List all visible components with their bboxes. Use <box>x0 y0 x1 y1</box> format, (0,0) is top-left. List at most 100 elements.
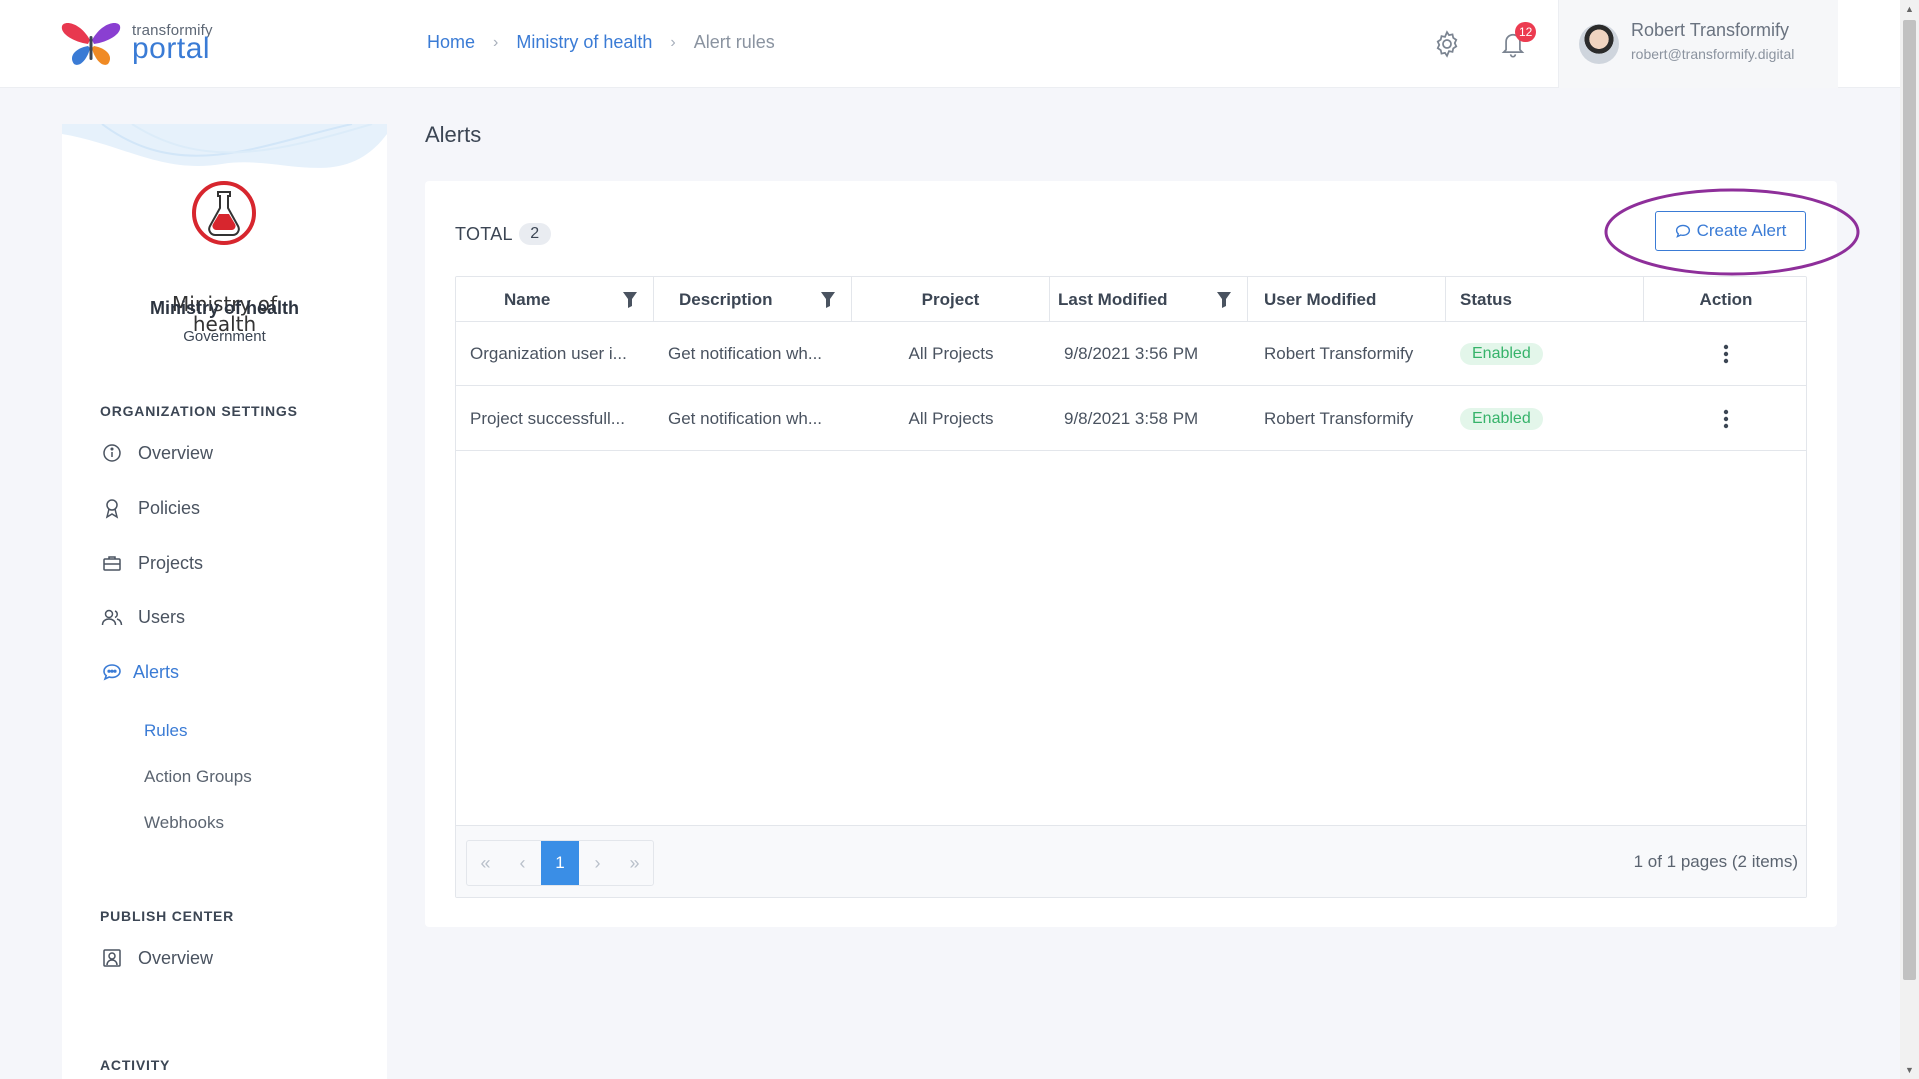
filter-icon[interactable] <box>621 291 639 309</box>
column-header-user-modified[interactable]: User Modified <box>1248 277 1446 322</box>
scroll-up-arrow-icon[interactable]: ▲ <box>1900 0 1919 18</box>
info-icon <box>100 441 124 465</box>
total-count: TOTAL 2 <box>455 223 551 245</box>
section-title-organization-settings: ORGANIZATION SETTINGS <box>100 403 298 419</box>
cell-user-modified: Robert Transformify <box>1264 344 1414 363</box>
sidebar-item-label: Users <box>138 606 186 627</box>
briefcase-icon <box>100 551 124 575</box>
column-label: Last Modified <box>1058 289 1168 309</box>
decorative-wave <box>62 124 387 168</box>
location-pin-icon <box>100 496 124 520</box>
filter-icon[interactable] <box>1215 291 1233 309</box>
breadcrumb-separator: › <box>493 33 499 51</box>
sidebar-subitem-action-groups[interactable]: Action Groups <box>144 767 252 787</box>
cell-last-modified: 9/8/2021 3:58 PM <box>1064 409 1199 428</box>
column-header-status[interactable]: Status <box>1446 277 1644 322</box>
table-row[interactable]: Organization user i... Get notification … <box>456 322 1806 386</box>
notification-count-badge: 12 <box>1515 22 1537 42</box>
column-label: Project <box>921 289 980 309</box>
cell-status: Enabled <box>1460 387 1640 451</box>
sidebar-item-alerts[interactable]: Alerts <box>100 660 179 684</box>
sidebar-item-publish-overview[interactable]: Overview <box>100 946 213 970</box>
cell-description: Get notification wh... <box>668 409 823 428</box>
sidebar: Ministry of health Ministry of health Go… <box>62 124 387 1079</box>
pagination: « ‹ 1 › » <box>466 840 654 886</box>
cell-name: Organization user i... <box>470 344 627 363</box>
cell-action <box>1644 322 1806 386</box>
cell-project: All Projects <box>908 409 994 428</box>
organization-type: Government <box>183 328 266 345</box>
create-alert-label: Create Alert <box>1696 221 1787 240</box>
settings-gear-icon[interactable] <box>1431 28 1463 60</box>
table-row[interactable]: Project successfull... Get notification … <box>456 387 1806 451</box>
chat-bubble-icon <box>100 660 124 684</box>
create-alert-button[interactable]: Create Alert <box>1655 211 1806 251</box>
cell-status: Enabled <box>1460 322 1640 386</box>
column-label: Action <box>1699 289 1753 309</box>
breadcrumb-organization[interactable]: Ministry of health <box>516 32 652 53</box>
top-bar: transformify portal Home › Ministry of h… <box>0 0 1900 88</box>
cell-user-modified: Robert Transformify <box>1264 409 1414 428</box>
users-icon <box>100 605 124 629</box>
avatar <box>1579 24 1619 64</box>
sidebar-item-policies[interactable]: Policies <box>100 496 200 520</box>
user-name: Robert Transformify <box>1631 20 1790 40</box>
total-label: TOTAL <box>455 223 513 244</box>
table-header: Name Description Project Last Modified U… <box>456 277 1806 322</box>
organization-name: Ministry of health <box>149 298 299 318</box>
column-header-last-modified[interactable]: Last Modified <box>1050 277 1248 322</box>
sidebar-item-label: Projects <box>138 552 204 573</box>
column-header-description[interactable]: Description <box>654 277 852 322</box>
status-badge: Enabled <box>1460 343 1543 365</box>
breadcrumb-home[interactable]: Home <box>427 32 475 53</box>
status-badge: Enabled <box>1460 408 1543 430</box>
column-header-name[interactable]: Name <box>456 277 654 322</box>
sidebar-item-label: Overview <box>138 947 214 968</box>
alerts-card: TOTAL 2 Create Alert Name Description Pr… <box>425 181 1837 927</box>
column-label: User Modified <box>1264 289 1377 309</box>
breadcrumb-separator: › <box>670 33 676 51</box>
butterfly-logo-icon <box>61 22 121 65</box>
organization-logo: Ministry of health <box>62 180 387 410</box>
sidebar-item-label: Alerts <box>133 661 180 682</box>
breadcrumb: Home › Ministry of health › Alert rules <box>427 32 775 53</box>
scroll-down-arrow-icon[interactable]: ▼ <box>1900 1061 1919 1079</box>
user-menu[interactable]: Robert Transformify robert@transformify.… <box>1558 0 1838 88</box>
chat-bubble-icon <box>1675 223 1691 239</box>
kebab-menu-icon[interactable] <box>1714 407 1738 431</box>
portal-logo[interactable]: transformify portal <box>60 20 220 70</box>
column-label: Description <box>679 289 773 309</box>
cell-action <box>1644 387 1806 451</box>
column-header-project[interactable]: Project <box>852 277 1050 322</box>
scrollbar-thumb[interactable] <box>1903 20 1916 980</box>
page-number-button[interactable]: 1 <box>541 841 579 885</box>
pager-info: 1 of 1 pages (2 items) <box>1633 852 1798 871</box>
sidebar-item-label: Overview <box>138 442 214 463</box>
last-page-button[interactable]: » <box>616 841 653 885</box>
cell-description: Get notification wh... <box>668 344 823 363</box>
sidebar-subitem-rules[interactable]: Rules <box>144 721 187 741</box>
breadcrumb-current: Alert rules <box>693 32 775 52</box>
kebab-menu-icon[interactable] <box>1714 342 1738 366</box>
section-title-activity: ACTIVITY <box>100 1057 171 1073</box>
portrait-icon <box>100 946 124 970</box>
cell-last-modified: 9/8/2021 3:56 PM <box>1064 344 1199 363</box>
column-label: Name <box>504 289 551 309</box>
first-page-button[interactable]: « <box>467 841 504 885</box>
filter-icon[interactable] <box>819 291 837 309</box>
page-scrollbar[interactable]: ▲ ▼ <box>1900 0 1919 1079</box>
notifications-bell-icon[interactable]: 12 <box>1497 22 1537 60</box>
next-page-button[interactable]: › <box>579 841 616 885</box>
column-label: Status <box>1460 289 1512 309</box>
page-title: Alerts <box>425 122 482 147</box>
sidebar-item-users[interactable]: Users <box>100 605 185 629</box>
sidebar-item-projects[interactable]: Projects <box>100 551 203 575</box>
logo-big-text: portal <box>132 32 211 65</box>
sidebar-item-overview[interactable]: Overview <box>100 441 213 465</box>
alerts-table: Name Description Project Last Modified U… <box>455 276 1807 898</box>
table-footer: « ‹ 1 › » 1 of 1 pages (2 items) <box>456 825 1806 897</box>
total-count-badge: 2 <box>518 223 551 245</box>
section-title-publish-center: PUBLISH CENTER <box>100 908 235 924</box>
sidebar-subitem-webhooks[interactable]: Webhooks <box>144 813 224 833</box>
previous-page-button[interactable]: ‹ <box>504 841 541 885</box>
